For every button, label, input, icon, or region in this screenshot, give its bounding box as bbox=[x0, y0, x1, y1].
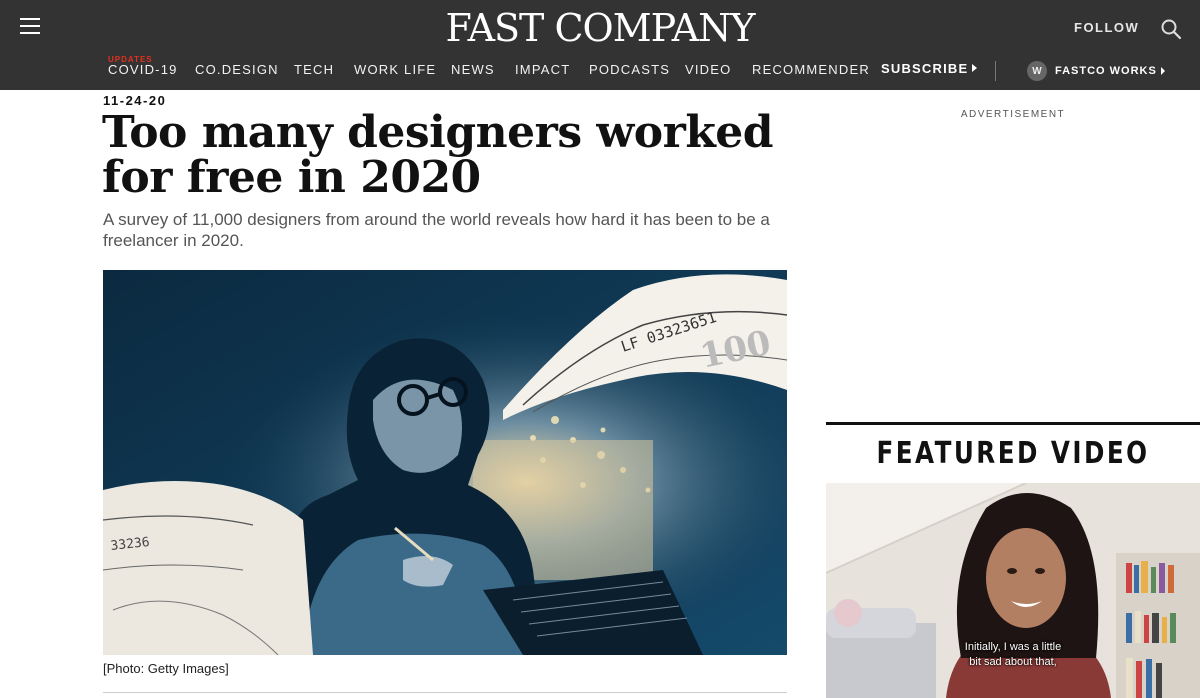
nav-item-podcasts[interactable]: PODCASTS bbox=[589, 62, 670, 77]
subscribe-link[interactable]: SUBSCRIBE bbox=[881, 61, 978, 76]
featured-video-title: FEATURED VIDEO bbox=[876, 436, 1150, 471]
play-arrow-icon bbox=[972, 64, 978, 72]
nav-item-impact[interactable]: IMPACT bbox=[515, 62, 570, 77]
article-dek: A survey of 11,000 designers from around… bbox=[103, 210, 770, 250]
advertisement-label: ADVERTISEMENT bbox=[960, 109, 1066, 120]
video-subtitle: Initially, I was a little bit sad about … bbox=[964, 641, 1062, 668]
hero-image: LF 03323651 100 33236 bbox=[103, 270, 787, 655]
follow-button[interactable]: FOLLOW bbox=[1074, 20, 1139, 35]
article-divider bbox=[103, 692, 787, 693]
nav-item-covid-19[interactable]: COVID-19 bbox=[108, 62, 178, 77]
site-header: FAST COMPANY FOLLOW UPDATES COVID-19 CO.… bbox=[0, 0, 1200, 90]
play-arrow-icon bbox=[1160, 67, 1165, 75]
article-headline: Too many designers worked for free in 20… bbox=[102, 107, 774, 203]
nav-divider bbox=[995, 61, 996, 81]
fastco-works-label: FASTCO WORKS bbox=[1055, 65, 1157, 77]
image-caption: [Photo: Getty Images] bbox=[103, 661, 229, 676]
article-date: 11-24-20 bbox=[103, 93, 167, 108]
nav-item-video[interactable]: VIDEO bbox=[685, 62, 731, 77]
subscribe-label: SUBSCRIBE bbox=[881, 61, 969, 76]
search-icon[interactable] bbox=[1160, 18, 1182, 40]
featured-video-rule bbox=[826, 422, 1200, 425]
hero-illustration: LF 03323651 100 33236 bbox=[103, 270, 787, 655]
nav-item-co-design[interactable]: CO.DESIGN bbox=[195, 62, 279, 77]
site-logo[interactable]: FAST COMPANY bbox=[0, 6, 1200, 50]
fastco-works-link[interactable]: W FASTCO WORKS bbox=[1027, 61, 1165, 81]
nav-item-tech[interactable]: TECH bbox=[294, 62, 334, 77]
nav-item-recommender[interactable]: RECOMMENDER bbox=[752, 62, 870, 77]
fastco-works-badge: W bbox=[1027, 61, 1047, 81]
nav-item-work-life[interactable]: WORK LIFE bbox=[354, 62, 436, 77]
nav-item-news[interactable]: NEWS bbox=[451, 62, 495, 77]
